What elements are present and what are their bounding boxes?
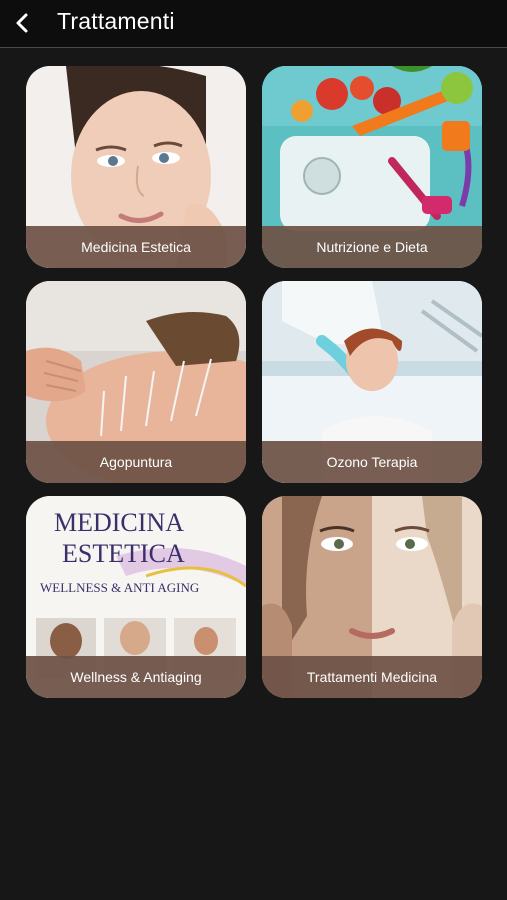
card-nutrizione-dieta[interactable]: Nutrizione e Dieta (262, 66, 482, 268)
card-label: Medicina Estetica (26, 226, 246, 268)
card-ozono-terapia[interactable]: Ozono Terapia (262, 281, 482, 483)
card-medicina-estetica[interactable]: Medicina Estetica (26, 66, 246, 268)
card-agopuntura[interactable]: Agopuntura (26, 281, 246, 483)
card-label: Ozono Terapia (262, 441, 482, 483)
cover-title-line1: MEDICINA (54, 508, 184, 537)
card-label: Trattamenti Medicina (262, 656, 482, 698)
card-wellness-antiaging[interactable]: MEDICINA ESTETICA WELLNESS & ANTI AGING … (26, 496, 246, 698)
card-label: Agopuntura (26, 441, 246, 483)
card-label: Wellness & Antiaging (26, 656, 246, 698)
page-title: Trattamenti (57, 8, 175, 34)
card-trattamenti-medicina[interactable]: Trattamenti Medicina (262, 496, 482, 698)
app-header: Trattamenti (0, 0, 507, 48)
chevron-left-icon (16, 13, 28, 33)
card-label: Nutrizione e Dieta (262, 226, 482, 268)
cover-title-line2: ESTETICA (62, 539, 185, 568)
treatments-grid: Medicina Estetica Nutrizione e Dieta Ago… (26, 66, 482, 698)
cover-subtitle: WELLNESS & ANTI AGING (40, 580, 199, 595)
back-button[interactable] (6, 6, 40, 40)
